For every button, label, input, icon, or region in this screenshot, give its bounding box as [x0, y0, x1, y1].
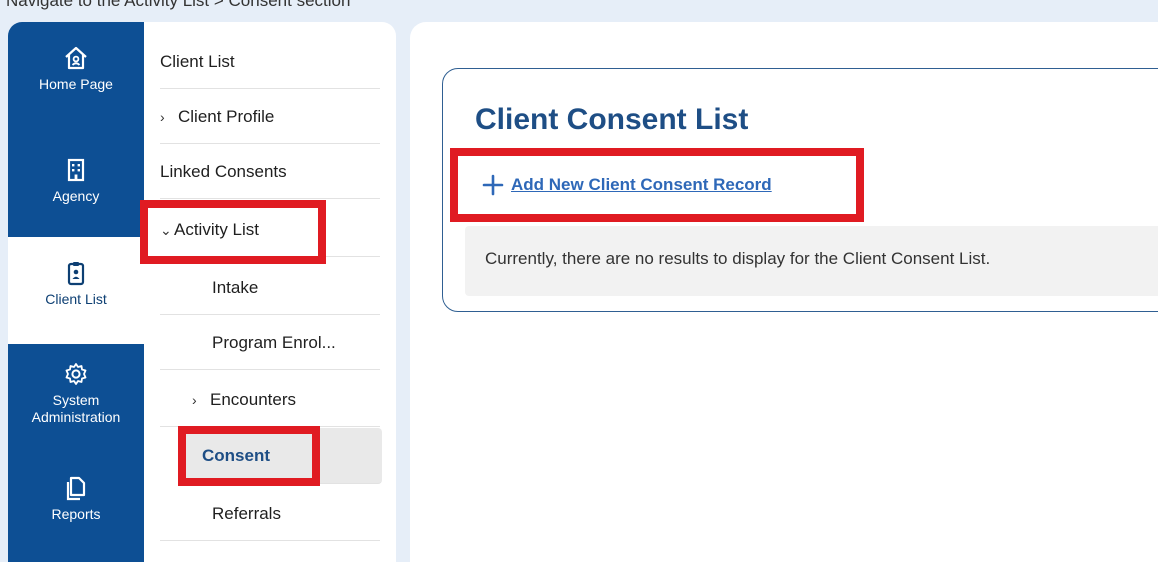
nav-item-client-list[interactable]: Client List — [8, 237, 144, 344]
subnav-label: Encounters — [210, 390, 296, 409]
empty-message: Currently, there are no results to displ… — [485, 249, 991, 268]
chevron-right-icon: › — [192, 392, 197, 408]
subnav-item-program-enrolment[interactable]: Program Enrol... — [160, 315, 380, 370]
chevron-down-icon: ⌄ — [160, 222, 172, 238]
subnav-item-client-list[interactable]: Client List — [160, 34, 380, 89]
subnav-label: Intake — [212, 278, 259, 297]
add-consent-record-link[interactable]: Add New Client Consent Record — [481, 173, 772, 197]
subnav-item-consent[interactable]: Consent — [182, 428, 382, 484]
subnav-label: Client Profile — [178, 107, 275, 126]
nav-label-home-page: Home Page — [39, 76, 113, 92]
nav-label-client-list: Client List — [45, 291, 107, 307]
instruction-caption: Navigate to the Activity List > Consent … — [0, 0, 1158, 14]
subnav-label: Referrals — [212, 504, 281, 523]
subnav-label: Activity List — [174, 220, 260, 239]
primary-nav: Home Page Agency Client List System Admi… — [8, 22, 144, 562]
chevron-right-icon: › — [160, 109, 165, 125]
nav-item-system-administration[interactable]: System Administration — [8, 360, 144, 426]
clipboard-person-icon — [67, 262, 85, 286]
document-copy-icon — [66, 476, 86, 501]
empty-results-box: Currently, there are no results to displ… — [465, 226, 1158, 296]
nav-item-agency[interactable]: Agency — [8, 156, 144, 205]
nav-item-home-page[interactable]: Home Page — [8, 44, 144, 93]
plus-icon — [482, 174, 504, 196]
subnav-item-intake[interactable]: Intake — [160, 260, 380, 315]
nav-label-system-administration: System Administration — [31, 392, 121, 425]
subnav-item-referrals[interactable]: Referrals — [160, 486, 380, 541]
building-icon — [67, 158, 85, 182]
subnav-label: Program Enrol... — [212, 333, 336, 352]
subnav-item-linked-consents[interactable]: Linked Consents — [160, 144, 380, 199]
caption-text: Navigate to the Activity List > Consent … — [6, 0, 351, 10]
subnav-label: Client List — [160, 52, 235, 71]
subnav-label: Consent — [202, 446, 270, 465]
subnav-label: Linked Consents — [160, 162, 287, 181]
home-icon — [65, 46, 87, 70]
nav-label-agency: Agency — [52, 188, 100, 204]
main-content: Client Consent List Add New Client Conse… — [410, 22, 1158, 562]
subnav-item-client-profile[interactable]: › Client Profile — [160, 89, 380, 144]
nav-label-reports: Reports — [51, 506, 101, 522]
secondary-nav: Client List › Client Profile Linked Conse… — [144, 22, 396, 562]
subnav-item-activity-list[interactable]: ⌄ Activity List — [160, 202, 380, 257]
consent-list-card: Client Consent List Add New Client Conse… — [442, 68, 1158, 312]
add-link-label: Add New Client Consent Record — [511, 175, 772, 194]
subnav-item-encounters[interactable]: › Encounters — [160, 372, 380, 427]
page-title: Client Consent List — [475, 103, 749, 136]
nav-item-reports[interactable]: Reports — [8, 474, 144, 523]
gear-icon — [65, 363, 87, 385]
